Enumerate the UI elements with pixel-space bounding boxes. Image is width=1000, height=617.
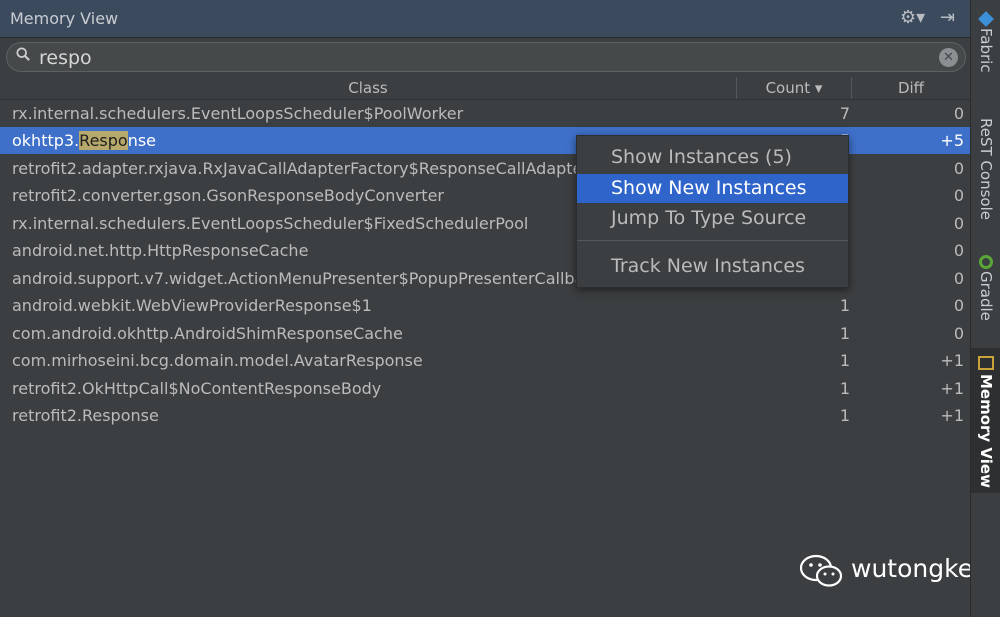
- count-column-header[interactable]: Count ▾: [737, 77, 851, 99]
- class-name: retrofit2.Response: [12, 406, 159, 425]
- diff-cell: 0: [953, 104, 964, 123]
- diff-cell: 0: [953, 296, 964, 315]
- menu-item-jump-to-type-source[interactable]: Jump To Type Source: [577, 204, 848, 233]
- count-cell: 1: [839, 379, 850, 398]
- class-name: rx.internal.schedulers.EventLoopsSchedul…: [12, 214, 529, 233]
- diff-column-header[interactable]: Diff: [852, 77, 970, 99]
- diff-cell: 0: [953, 241, 964, 260]
- class-name: okhttp3.Response: [12, 131, 157, 150]
- search-match-highlight: Respo: [79, 131, 128, 150]
- table-row[interactable]: com.android.okhttp.AndroidShimResponseCa…: [0, 320, 970, 347]
- context-menu: Show Instances (5) Show New Instances Ju…: [576, 135, 849, 288]
- gear-icon[interactable]: ⚙▾: [900, 7, 925, 28]
- class-name: rx.internal.schedulers.EventLoopsSchedul…: [12, 104, 464, 123]
- diff-cell: 0: [953, 324, 964, 343]
- class-name: android.net.http.HttpResponseCache: [12, 241, 309, 260]
- diff-cell: 0: [953, 269, 964, 288]
- diff-cell: +5: [940, 131, 964, 150]
- search-input[interactable]: [37, 45, 921, 71]
- class-column-header[interactable]: Class: [0, 77, 736, 99]
- diff-cell: +1: [940, 406, 964, 425]
- tab-rest-console[interactable]: ReST Console: [971, 118, 1000, 238]
- class-name: retrofit2.OkHttpCall$NoContentResponseBo…: [12, 379, 382, 398]
- tool-window-title: Memory View: [10, 9, 119, 28]
- class-name: retrofit2.adapter.rxjava.RxJavaCallAdapt…: [12, 159, 582, 178]
- memory-icon: [978, 356, 994, 370]
- count-cell: 1: [839, 324, 850, 343]
- menu-item-show-new-instances[interactable]: Show New Instances: [577, 174, 848, 203]
- clear-search-icon[interactable]: ✕: [939, 48, 958, 67]
- class-name: android.webkit.WebViewProviderResponse$1: [12, 296, 372, 315]
- right-tool-strip: Fabric ReST Console Gradle Memory View: [970, 0, 1000, 617]
- table-row[interactable]: com.mirhoseini.bcg.domain.model.AvatarRe…: [0, 347, 970, 374]
- table-row[interactable]: retrofit2.Response 1 +1: [0, 402, 970, 429]
- tool-window-header: Memory View ⚙▾ ⇥: [0, 0, 970, 38]
- table-header: Class Count ▾ Diff: [0, 77, 970, 100]
- wechat-icon: [799, 554, 843, 587]
- tab-memory-view[interactable]: Memory View: [971, 348, 1000, 493]
- count-cell: 1: [839, 351, 850, 370]
- diff-cell: 0: [953, 159, 964, 178]
- tab-gradle[interactable]: Gradle: [971, 255, 1000, 340]
- menu-item-track-new-instances[interactable]: Track New Instances: [577, 252, 848, 281]
- table-row[interactable]: rx.internal.schedulers.EventLoopsSchedul…: [0, 100, 970, 127]
- class-name: retrofit2.converter.gson.GsonResponseBod…: [12, 186, 444, 205]
- diff-cell: +1: [940, 379, 964, 398]
- search-field[interactable]: ✕: [6, 42, 966, 72]
- diff-cell: 0: [953, 186, 964, 205]
- search-icon: [16, 47, 30, 61]
- class-name: com.mirhoseini.bcg.domain.model.AvatarRe…: [12, 351, 423, 370]
- tab-fabric[interactable]: Fabric: [971, 11, 1000, 102]
- count-cell: 1: [839, 406, 850, 425]
- pin-icon[interactable]: ⇥: [940, 7, 955, 28]
- table-row[interactable]: android.webkit.WebViewProviderResponse$1…: [0, 292, 970, 319]
- memory-view-panel: Memory View ⚙▾ ⇥ ✕ Class Count ▾ Diff rx…: [0, 0, 974, 617]
- class-name: android.support.v7.widget.ActionMenuPres…: [12, 269, 582, 288]
- count-cell: 7: [839, 104, 850, 123]
- menu-divider: [577, 240, 848, 241]
- class-name: com.android.okhttp.AndroidShimResponseCa…: [12, 324, 403, 343]
- gradle-icon: [979, 255, 993, 269]
- table-row[interactable]: retrofit2.OkHttpCall$NoContentResponseBo…: [0, 375, 970, 402]
- watermark-text: wutongke: [851, 554, 974, 583]
- diff-cell: +1: [940, 351, 964, 370]
- diff-cell: 0: [953, 214, 964, 233]
- menu-item-show-instances[interactable]: Show Instances (5): [577, 143, 848, 172]
- count-cell: 1: [839, 296, 850, 315]
- fabric-icon: [978, 11, 994, 27]
